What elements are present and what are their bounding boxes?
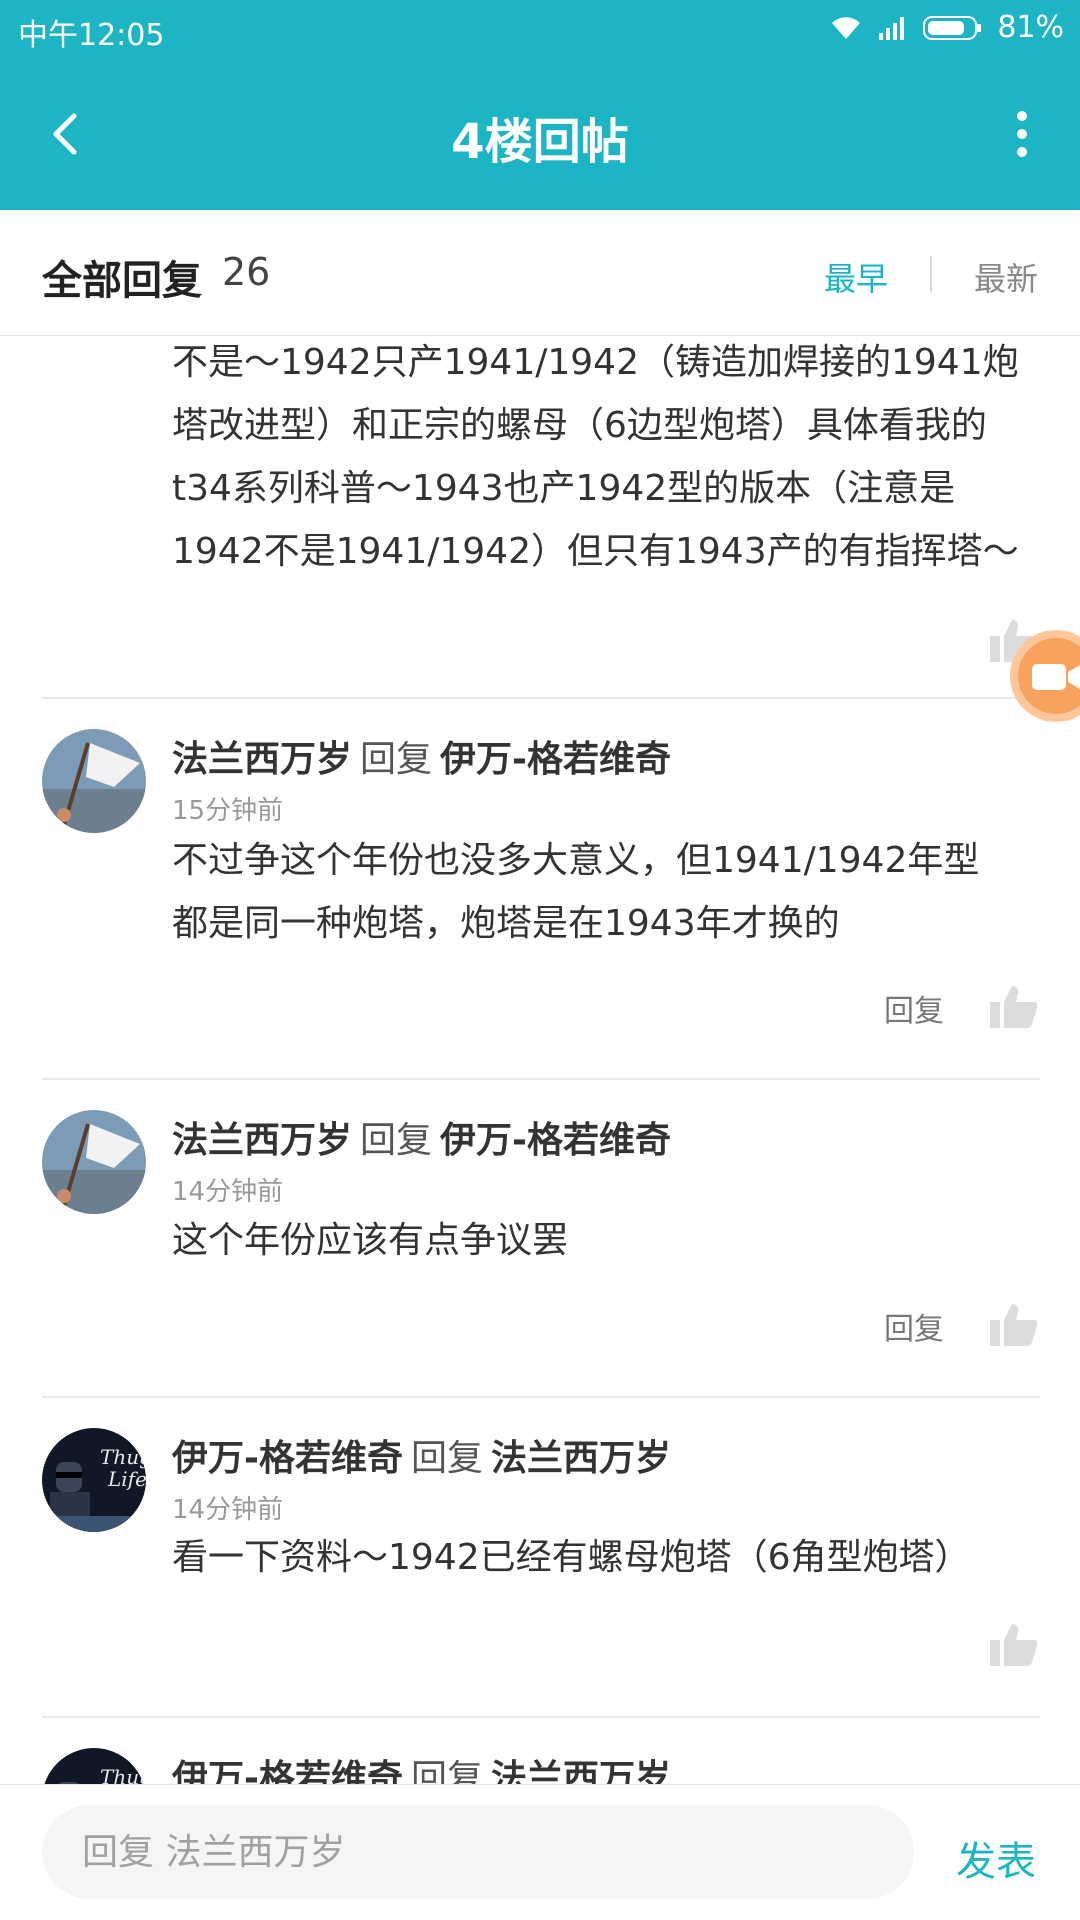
author-name[interactable]: 法兰西万岁 — [172, 1120, 352, 1161]
timestamp: 14分钟前 — [172, 1177, 284, 1207]
reply-count: 26 — [222, 250, 271, 294]
thumbs-up-icon[interactable] — [990, 1302, 1038, 1346]
timestamp: 15分钟前 — [172, 796, 284, 826]
status-bar: 中午12:05 81% — [0, 0, 1080, 58]
reply-target-name[interactable]: 法兰西万岁 — [491, 1758, 671, 1784]
avatar[interactable]: Thug — [42, 1748, 146, 1784]
page-title: 4楼回帖 — [451, 114, 629, 170]
reply-input[interactable] — [42, 1805, 914, 1899]
reply-target-name[interactable]: 伊万-格若维奇 — [440, 1120, 671, 1161]
sort-earliest-tab[interactable]: 最早 — [824, 254, 888, 300]
send-button[interactable]: 发表 — [956, 1829, 1036, 1887]
battery-icon — [923, 15, 982, 40]
reply-header: 法兰西万岁 回复 伊万-格若维奇 — [172, 1111, 671, 1163]
avatar-caption: Thug — [100, 1445, 146, 1469]
thumbs-up-icon[interactable] — [990, 1622, 1038, 1666]
status-time: 中午12:05 — [18, 18, 165, 53]
sort-divider — [930, 256, 932, 292]
floating-video-button[interactable] — [1010, 630, 1080, 722]
reply-header: 法兰西万岁 回复 伊万-格若维奇 — [172, 730, 671, 782]
author-name[interactable]: 伊万-格若维奇 — [172, 1438, 403, 1479]
avatar-caption: Thug — [100, 1765, 146, 1784]
reply-verb: 回复 — [360, 1120, 433, 1161]
timestamp: 14分钟前 — [172, 1495, 284, 1525]
reply-verb: 回复 — [360, 739, 433, 780]
avatar[interactable]: Thug Life — [42, 1428, 146, 1532]
reply-verb: 回复 — [410, 1438, 483, 1479]
reply-body: 不是～1942只产1941/1942（铸造加焊接的1941炮 塔改进型）和正宗的… — [172, 342, 1019, 572]
app-header: 4楼回帖 — [0, 58, 1080, 210]
divider — [42, 1078, 1040, 1080]
avatar[interactable] — [42, 1110, 146, 1214]
reply-list: 不是～1942只产1941/1942（铸造加焊接的1941炮 塔改进型）和正宗的… — [0, 336, 1080, 1784]
reply-body: 这个年份应该有点争议罢 — [172, 1220, 569, 1261]
reply-header: 伊万-格若维奇 回复 法兰西万岁 — [172, 1749, 671, 1784]
signal-icon — [879, 16, 905, 40]
reply-header: 伊万-格若维奇 回复 法兰西万岁 — [172, 1429, 671, 1481]
reply-body: 不过争这个年份也没多大意义，但1941/1942年型 都是同一种炮塔，炮塔是在1… — [172, 840, 980, 944]
reply-target-name[interactable]: 伊万-格若维奇 — [440, 739, 671, 780]
author-name[interactable]: 法兰西万岁 — [172, 739, 352, 780]
reply-button[interactable]: 回复 — [884, 1304, 944, 1348]
avatar-caption: Life — [107, 1467, 146, 1491]
reply-verb: 回复 — [410, 1758, 483, 1784]
reply-body: 看一下资料～1942已经有螺母炮塔（6角型炮塔） — [172, 1537, 971, 1578]
all-replies-label: 全部回复 — [42, 258, 202, 304]
thumbs-up-icon[interactable] — [990, 984, 1038, 1028]
avatar[interactable] — [42, 729, 146, 833]
sort-bar: 全部回复 26 最早 最新 — [0, 210, 1080, 336]
reply-button[interactable]: 回复 — [884, 986, 944, 1030]
battery-percent: 81% — [997, 10, 1064, 45]
video-camera-icon — [1032, 664, 1080, 690]
more-options-icon[interactable] — [1004, 102, 1040, 166]
divider — [42, 697, 1040, 699]
sort-newest-tab[interactable]: 最新 — [974, 254, 1038, 300]
divider — [42, 1716, 1040, 1718]
reply-target-name[interactable]: 法兰西万岁 — [491, 1438, 671, 1479]
reply-input-bar: 发表 — [0, 1784, 1080, 1920]
divider — [42, 1396, 1040, 1398]
wifi-icon — [832, 16, 861, 39]
author-name[interactable]: 伊万-格若维奇 — [172, 1758, 403, 1784]
